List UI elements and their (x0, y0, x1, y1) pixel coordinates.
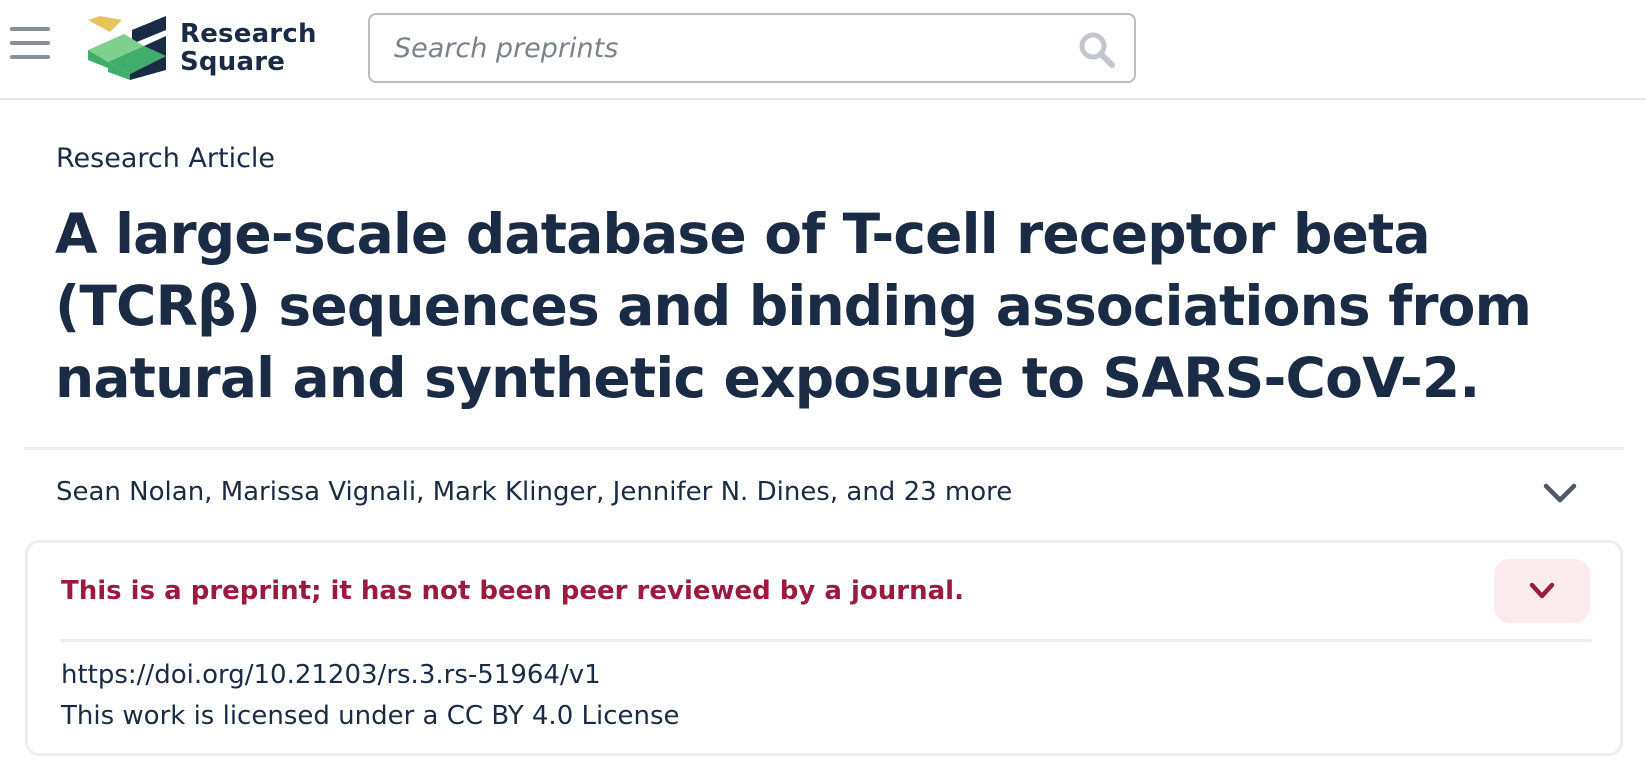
preprint-notice-text: This is a preprint; it has not been peer… (61, 576, 964, 606)
preprint-notice-panel: This is a preprint; it has not been peer… (25, 540, 1623, 756)
logo-line-1: Research (180, 19, 317, 49)
logo-wordmark: Research Square (180, 20, 317, 76)
search-input[interactable] (394, 15, 1054, 81)
license-statement: This work is licensed under a CC BY 4.0 … (61, 701, 680, 731)
menu-line (10, 41, 50, 45)
logo-line-2: Square (180, 47, 286, 77)
hamburger-menu-icon[interactable] (10, 27, 50, 61)
menu-line (10, 27, 50, 31)
research-square-logo[interactable]: Research Square (88, 16, 317, 80)
article-title: A large-scale database of T-cell recepto… (55, 202, 1532, 410)
license-prefix: This work is licensed under a (61, 701, 447, 731)
search-box (368, 13, 1136, 83)
license-link[interactable]: CC BY 4.0 License (447, 701, 680, 731)
search-icon[interactable] (1078, 31, 1116, 69)
author-list[interactable]: Sean Nolan, Marissa Vignali, Mark Klinge… (56, 477, 1012, 507)
notice-divider (61, 639, 1591, 642)
doi-link[interactable]: https://doi.org/10.21203/rs.3.rs-51964/v… (61, 660, 601, 690)
article-type-label: Research Article (56, 143, 276, 174)
top-navigation-bar: Research Square (0, 0, 1646, 100)
section-divider (24, 447, 1624, 450)
menu-line (10, 55, 50, 59)
notice-expand-button[interactable] (1494, 559, 1590, 623)
chevron-down-icon (1529, 582, 1555, 599)
chevron-down-icon[interactable] (1540, 478, 1580, 508)
research-square-logo-icon (88, 16, 166, 80)
